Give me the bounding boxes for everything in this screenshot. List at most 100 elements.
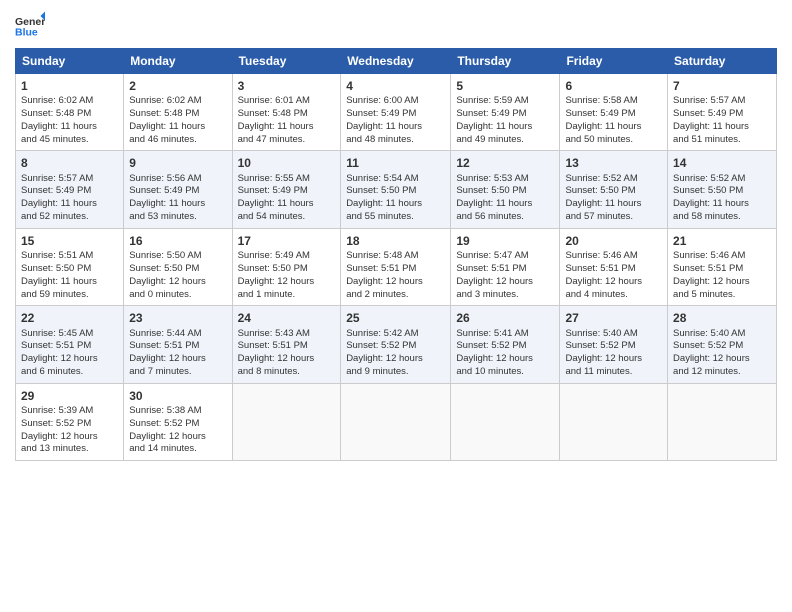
sunrise-text: Sunrise: 5:58 AM (565, 95, 637, 106)
sunrise-text: Sunrise: 5:53 AM (456, 173, 528, 184)
sunset-text: Sunset: 5:51 PM (565, 263, 635, 274)
day-number: 22 (21, 310, 118, 326)
table-row (668, 383, 777, 460)
daylight-label: Daylight: 11 hours (21, 198, 97, 209)
daylight-label: Daylight: 12 hours (673, 353, 750, 364)
daylight-label: Daylight: 11 hours (456, 198, 532, 209)
table-row: 11Sunrise: 5:54 AMSunset: 5:50 PMDayligh… (341, 151, 451, 228)
day-number: 11 (346, 155, 445, 171)
daylight-minutes: and 2 minutes. (346, 289, 408, 300)
day-number: 27 (565, 310, 662, 326)
sunset-text: Sunset: 5:51 PM (238, 340, 308, 351)
header: General Blue (15, 10, 777, 40)
table-row: 16Sunrise: 5:50 AMSunset: 5:50 PMDayligh… (124, 228, 232, 305)
sunrise-text: Sunrise: 5:42 AM (346, 328, 418, 339)
sunset-text: Sunset: 5:51 PM (346, 263, 416, 274)
header-wednesday: Wednesday (341, 49, 451, 74)
daylight-label: Daylight: 12 hours (346, 353, 423, 364)
sunset-text: Sunset: 5:49 PM (129, 185, 199, 196)
daylight-label: Daylight: 12 hours (129, 353, 206, 364)
table-row: 21Sunrise: 5:46 AMSunset: 5:51 PMDayligh… (668, 228, 777, 305)
sunset-text: Sunset: 5:48 PM (21, 108, 91, 119)
daylight-label: Daylight: 11 hours (673, 121, 749, 132)
day-number: 20 (565, 233, 662, 249)
sunset-text: Sunset: 5:50 PM (21, 263, 91, 274)
header-monday: Monday (124, 49, 232, 74)
daylight-minutes: and 45 minutes. (21, 134, 89, 145)
sunset-text: Sunset: 5:50 PM (346, 185, 416, 196)
table-row: 7Sunrise: 5:57 AM Sunset: 5:49 PM Daylight… (668, 74, 777, 151)
header-sunday: Sunday (16, 49, 124, 74)
table-row: 19Sunrise: 5:47 AMSunset: 5:51 PMDayligh… (451, 228, 560, 305)
daylight-label: Daylight: 11 hours (129, 198, 205, 209)
daylight-label: Daylight: 11 hours (346, 121, 422, 132)
daylight-minutes: and 7 minutes. (129, 366, 191, 377)
daylight-label: Daylight: 11 hours (238, 198, 314, 209)
daylight-label: Daylight: 12 hours (238, 353, 315, 364)
daylight-minutes: and 8 minutes. (238, 366, 300, 377)
daylight-label: Daylight: 11 hours (21, 276, 97, 287)
table-row (451, 383, 560, 460)
table-row: 25Sunrise: 5:42 AMSunset: 5:52 PMDayligh… (341, 306, 451, 383)
day-number: 12 (456, 155, 554, 171)
daylight-minutes: and 4 minutes. (565, 289, 627, 300)
table-row: 8Sunrise: 5:57 AMSunset: 5:49 PMDaylight… (16, 151, 124, 228)
sunset-text: Sunset: 5:52 PM (673, 340, 743, 351)
header-saturday: Saturday (668, 49, 777, 74)
sunset-text: Sunset: 5:50 PM (129, 263, 199, 274)
logo: General Blue (15, 10, 45, 40)
sunset-text: Sunset: 5:52 PM (21, 418, 91, 429)
sunset-text: Sunset: 5:52 PM (456, 340, 526, 351)
sunset-text: Sunset: 5:49 PM (673, 108, 743, 119)
sunrise-text: Sunrise: 5:40 AM (673, 328, 745, 339)
header-tuesday: Tuesday (232, 49, 341, 74)
daylight-minutes: and 6 minutes. (21, 366, 83, 377)
sunrise-text: Sunrise: 5:39 AM (21, 405, 93, 416)
weekday-header-row: Sunday Monday Tuesday Wednesday Thursday… (16, 49, 777, 74)
sunset-text: Sunset: 5:49 PM (565, 108, 635, 119)
sunrise-text: Sunrise: 5:49 AM (238, 250, 310, 261)
sunrise-text: Sunrise: 5:38 AM (129, 405, 201, 416)
table-row: 6Sunrise: 5:58 AMSunset: 5:49 PMDaylight… (560, 74, 668, 151)
day-number: 10 (238, 155, 336, 171)
day-number: 17 (238, 233, 336, 249)
svg-text:Blue: Blue (15, 27, 38, 39)
logo-icon: General Blue (15, 10, 45, 40)
table-row: 30Sunrise: 5:38 AMSunset: 5:52 PMDayligh… (124, 383, 232, 460)
page: General Blue Sunday Monday Tuesday Wedne… (0, 0, 792, 612)
daylight-label: Daylight: 12 hours (346, 276, 423, 287)
table-row: 5Sunrise: 5:59 AMSunset: 5:49 PMDaylight… (451, 74, 560, 151)
table-row: 29Sunrise: 5:39 AMSunset: 5:52 PMDayligh… (16, 383, 124, 460)
daylight-label: Daylight: 12 hours (565, 276, 642, 287)
table-row: 2Sunrise: 6:02 AMSunset: 5:48 PMDaylight… (124, 74, 232, 151)
table-row: 3Sunrise: 6:01 AMSunset: 5:48 PMDaylight… (232, 74, 341, 151)
daylight-minutes: and 51 minutes. (673, 134, 741, 145)
sunrise-text: Sunrise: 6:01 AM (238, 95, 310, 106)
day-number: 19 (456, 233, 554, 249)
daylight-label: Daylight: 12 hours (21, 353, 98, 364)
daylight-label: Daylight: 12 hours (238, 276, 315, 287)
sunset-text: Sunset: 5:49 PM (346, 108, 416, 119)
sunset-text: Sunset: 5:48 PM (238, 108, 308, 119)
daylight-minutes: and 57 minutes. (565, 211, 633, 222)
table-row (560, 383, 668, 460)
day-number: 15 (21, 233, 118, 249)
day-number: 7 (673, 78, 771, 94)
table-row: 18Sunrise: 5:48 AMSunset: 5:51 PMDayligh… (341, 228, 451, 305)
daylight-label: Daylight: 11 hours (21, 121, 97, 132)
daylight-minutes: and 14 minutes. (129, 443, 197, 454)
sunrise-text: Sunrise: 6:00 AM (346, 95, 418, 106)
table-row: 17Sunrise: 5:49 AMSunset: 5:50 PMDayligh… (232, 228, 341, 305)
table-row: 22Sunrise: 5:45 AMSunset: 5:51 PMDayligh… (16, 306, 124, 383)
day-number: 5 (456, 78, 554, 94)
daylight-minutes: and 5 minutes. (673, 289, 735, 300)
daylight-minutes: and 9 minutes. (346, 366, 408, 377)
sunrise-text: Sunrise: 5:52 AM (673, 173, 745, 184)
table-row: 20Sunrise: 5:46 AMSunset: 5:51 PMDayligh… (560, 228, 668, 305)
daylight-minutes: and 48 minutes. (346, 134, 414, 145)
sunrise-text: Sunrise: 5:57 AM (673, 95, 745, 106)
table-row: 26Sunrise: 5:41 AMSunset: 5:52 PMDayligh… (451, 306, 560, 383)
daylight-label: Daylight: 12 hours (456, 276, 533, 287)
daylight-label: Daylight: 11 hours (129, 121, 205, 132)
day-number: 6 (565, 78, 662, 94)
